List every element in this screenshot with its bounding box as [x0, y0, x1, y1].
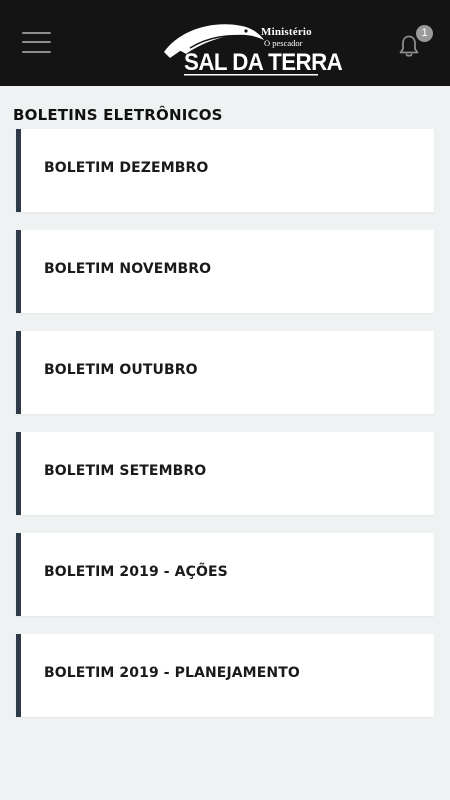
bulletin-card[interactable]: BOLETIM 2019 - AÇÕES — [16, 533, 434, 616]
page-title: BOLETINS ELETRÔNICOS — [13, 106, 223, 124]
logo-ministerio-text: Ministério — [261, 26, 312, 38]
bulletin-title: BOLETIM OUTUBRO — [44, 362, 198, 378]
notification-count-badge: 1 — [416, 25, 433, 42]
bulletin-card[interactable]: BOLETIM 2019 - PLANEJAMENTO — [16, 634, 434, 717]
bulletin-card[interactable]: BOLETIM DEZEMBRO — [16, 129, 434, 212]
hamburger-menu-icon-line — [22, 51, 51, 53]
hamburger-menu-icon-line — [22, 41, 51, 43]
bulletin-card[interactable]: BOLETIM OUTUBRO — [16, 331, 434, 414]
bulletin-card[interactable]: BOLETIM NOVEMBRO — [16, 230, 434, 313]
bulletin-title: BOLETIM NOVEMBRO — [44, 261, 212, 277]
logo-brand-text: SAL DA TERRA — [184, 49, 343, 76]
bulletin-title: BOLETIM 2019 - AÇÕES — [44, 564, 228, 580]
hamburger-menu-icon — [22, 32, 51, 34]
bulletin-title: BOLETIM DEZEMBRO — [44, 160, 209, 176]
bulletin-card[interactable]: BOLETIM SETEMBRO — [16, 432, 434, 515]
menu-button[interactable] — [22, 30, 52, 56]
bulletin-title: BOLETIM 2019 - PLANEJAMENTO — [44, 665, 300, 681]
app-logo[interactable]: Ministério O pescador SAL DA TERRA — [160, 18, 343, 76]
top-app-bar: Ministério O pescador SAL DA TERRA 1 — [0, 0, 450, 86]
bulletin-title: BOLETIM SETEMBRO — [44, 463, 207, 479]
logo-pescador-text: O pescador — [264, 38, 303, 48]
bulletin-list: BOLETIM DEZEMBRO BOLETIM NOVEMBRO BOLETI… — [16, 129, 434, 735]
